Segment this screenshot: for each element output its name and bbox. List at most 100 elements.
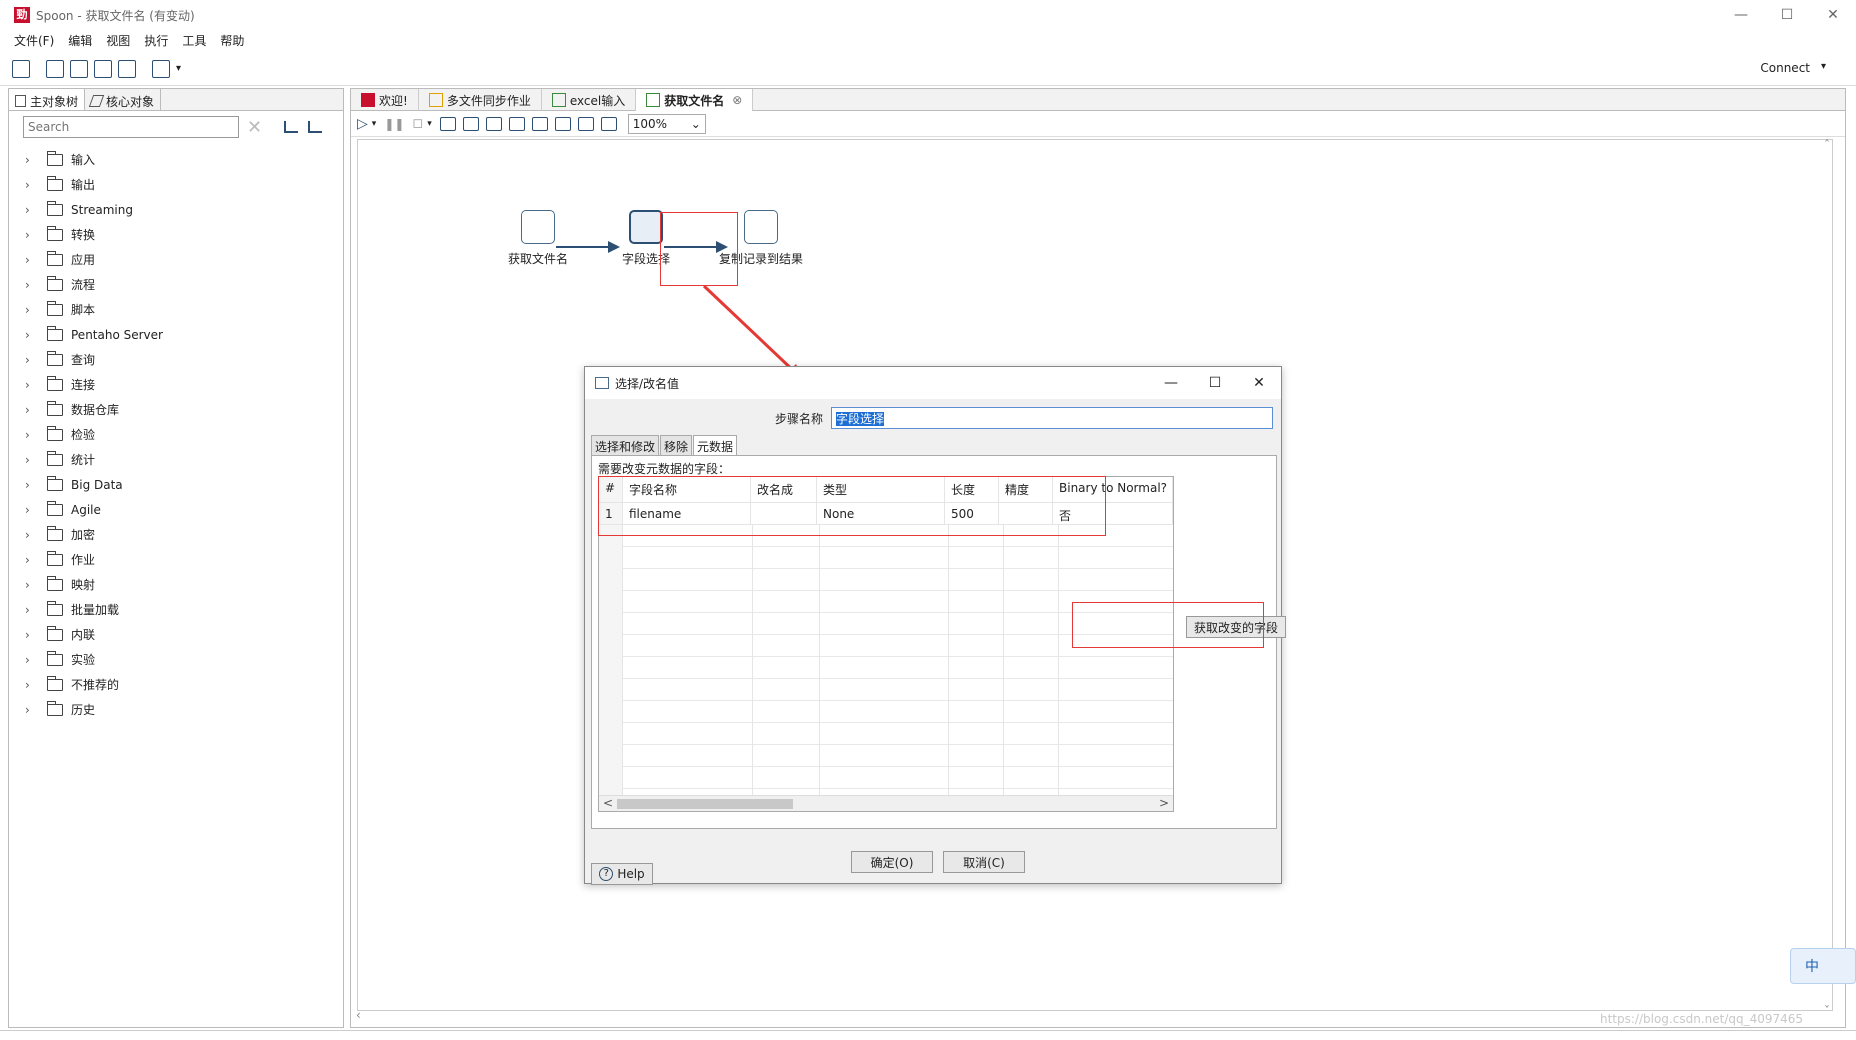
tab-multi-file-job[interactable]: 多文件同步作业: [419, 89, 542, 111]
scrollbar-thumb[interactable]: [617, 799, 793, 809]
perspective-dropdown-icon[interactable]: ▾: [176, 63, 181, 74]
pause-icon[interactable]: ❚❚: [384, 117, 404, 131]
tab-get-file-names[interactable]: 获取文件名 ⊗: [636, 89, 754, 111]
chevron-right-icon[interactable]: ›: [25, 553, 37, 567]
tree-item-agile[interactable]: › Agile: [9, 497, 343, 522]
chevron-right-icon[interactable]: ›: [25, 378, 37, 392]
tree-item-scripting[interactable]: › 脚本: [9, 297, 343, 322]
debug-icon[interactable]: [462, 116, 479, 131]
dialog-close-button[interactable]: ✕: [1237, 367, 1281, 399]
zoom-select[interactable]: 100% ⌄: [627, 113, 706, 134]
dialog-minimize-button[interactable]: —: [1149, 367, 1193, 399]
menu-run[interactable]: 执行: [144, 32, 168, 49]
tree-item-transform[interactable]: › 转换: [9, 222, 343, 247]
maximize-button[interactable]: ☐: [1764, 0, 1810, 30]
tab-remove[interactable]: 移除: [660, 435, 693, 455]
tab-core-objects[interactable]: 核心对象: [85, 89, 162, 110]
collapse-all-icon[interactable]: [284, 121, 299, 133]
chevron-right-icon[interactable]: ›: [25, 303, 37, 317]
menu-file[interactable]: 文件(F): [14, 32, 54, 49]
tree-item-output[interactable]: › 输出: [9, 172, 343, 197]
chevron-right-icon[interactable]: ›: [25, 403, 37, 417]
perspective-layers-icon[interactable]: [152, 59, 170, 78]
explore-db-icon[interactable]: [577, 116, 594, 131]
tree-item-data-warehouse[interactable]: › 数据仓库: [9, 397, 343, 422]
verify-icon[interactable]: [508, 116, 525, 131]
tree-item-history[interactable]: › 历史: [9, 697, 343, 722]
tree-item-flow[interactable]: › 流程: [9, 272, 343, 297]
help-button[interactable]: ? Help: [591, 863, 653, 885]
tree-item-statistics[interactable]: › 统计: [9, 447, 343, 472]
chevron-right-icon[interactable]: ›: [25, 703, 37, 717]
table-horizontal-scrollbar[interactable]: < >: [599, 795, 1173, 811]
scroll-left-icon[interactable]: ‹: [356, 1008, 361, 1022]
chevron-right-icon[interactable]: ›: [25, 603, 37, 617]
tree-item-deprecated[interactable]: › 不推荐的: [9, 672, 343, 697]
preview-icon[interactable]: [439, 116, 456, 131]
scroll-down-icon[interactable]: ˇ: [1824, 1004, 1830, 1018]
chevron-right-icon[interactable]: ›: [25, 278, 37, 292]
tree-item-mapping[interactable]: › 映射: [9, 572, 343, 597]
scroll-left-icon[interactable]: <: [603, 796, 613, 810]
menu-help[interactable]: 帮助: [220, 32, 244, 49]
menu-tools[interactable]: 工具: [182, 32, 206, 49]
scroll-right-icon[interactable]: >: [1159, 796, 1169, 810]
clear-search-icon[interactable]: ✕: [247, 117, 262, 138]
chevron-right-icon[interactable]: ›: [25, 678, 37, 692]
show-results-icon[interactable]: [600, 116, 617, 131]
tree-item-joins[interactable]: › 连接: [9, 372, 343, 397]
scroll-up-icon[interactable]: ˆ: [1824, 138, 1830, 152]
tree-item-experimental[interactable]: › 实验: [9, 647, 343, 672]
tab-welcome[interactable]: 欢迎!: [351, 89, 419, 111]
chevron-right-icon[interactable]: ›: [25, 503, 37, 517]
tree-item-inline[interactable]: › 内联: [9, 622, 343, 647]
tree-item-lookup[interactable]: › 查询: [9, 347, 343, 372]
ok-button[interactable]: 确定(O): [851, 851, 933, 873]
chevron-right-icon[interactable]: ›: [25, 428, 37, 442]
tab-select-alter[interactable]: 选择和修改: [591, 435, 660, 455]
run-icon[interactable]: ▷: [357, 116, 368, 132]
chevron-right-icon[interactable]: ›: [25, 578, 37, 592]
step-get-file-names[interactable]: 获取文件名: [498, 210, 578, 267]
replay-icon[interactable]: [485, 116, 502, 131]
chevron-right-icon[interactable]: ›: [25, 153, 37, 167]
chevron-right-icon[interactable]: ›: [25, 628, 37, 642]
expand-all-icon[interactable]: [308, 121, 323, 133]
tree-item-utility[interactable]: › 应用: [9, 247, 343, 272]
chevron-right-icon[interactable]: ›: [25, 203, 37, 217]
tab-metadata[interactable]: 元数据: [693, 435, 738, 455]
tab-main-tree[interactable]: 主对象树: [9, 89, 86, 110]
open-file-icon[interactable]: [46, 59, 64, 78]
tree-item-job[interactable]: › 作业: [9, 547, 343, 572]
tree-item-input[interactable]: › 输入: [9, 147, 343, 172]
tree-item-streaming[interactable]: › Streaming: [9, 197, 343, 222]
tree-item-bulk-loading[interactable]: › 批量加载: [9, 597, 343, 622]
tab-excel-input[interactable]: excel输入: [542, 89, 637, 111]
cancel-button[interactable]: 取消(C): [943, 851, 1025, 873]
explore-repository-icon[interactable]: [70, 59, 88, 78]
minimize-button[interactable]: —: [1718, 0, 1764, 30]
tree-item-pentaho-server[interactable]: › Pentaho Server: [9, 322, 343, 347]
chevron-right-icon[interactable]: ›: [25, 328, 37, 342]
save-icon[interactable]: [94, 59, 112, 78]
stop-dropdown-icon[interactable]: ▾: [427, 119, 432, 129]
tree-item-cryptography[interactable]: › 加密: [9, 522, 343, 547]
new-file-icon[interactable]: [12, 59, 30, 78]
step-name-input[interactable]: 字段选择: [831, 407, 1273, 429]
chevron-right-icon[interactable]: ›: [25, 353, 37, 367]
tree-item-validation[interactable]: › 检验: [9, 422, 343, 447]
chevron-right-icon[interactable]: ›: [25, 228, 37, 242]
chevron-right-icon[interactable]: ›: [25, 528, 37, 542]
impact-icon[interactable]: [531, 116, 548, 131]
close-button[interactable]: ✕: [1810, 0, 1856, 30]
menu-view[interactable]: 视图: [106, 32, 130, 49]
stop-icon[interactable]: ◻: [412, 116, 423, 131]
search-input[interactable]: [23, 116, 239, 138]
connect-dropdown-icon[interactable]: ▾: [1821, 61, 1826, 72]
chevron-right-icon[interactable]: ›: [25, 178, 37, 192]
chevron-right-icon[interactable]: ›: [25, 253, 37, 267]
sql-icon[interactable]: [554, 116, 571, 131]
menu-edit[interactable]: 编辑: [68, 32, 92, 49]
tree-item-big-data[interactable]: › Big Data: [9, 472, 343, 497]
dialog-maximize-button[interactable]: ☐: [1193, 367, 1237, 399]
